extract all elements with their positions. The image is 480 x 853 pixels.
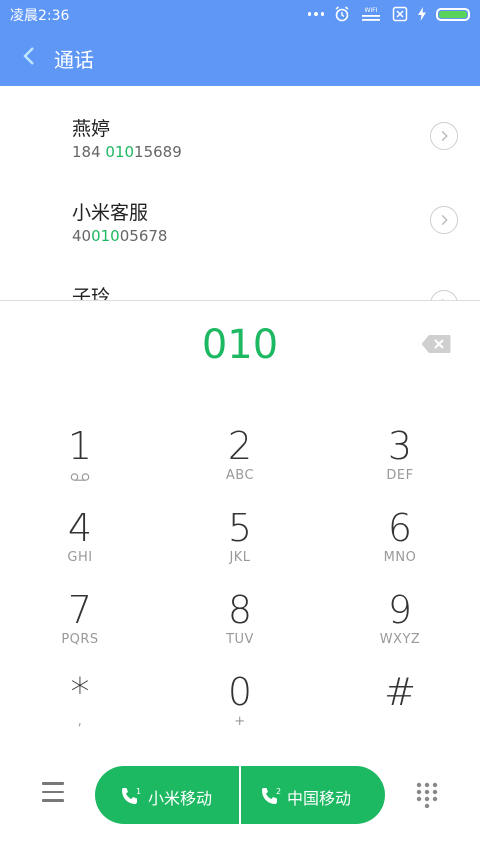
- chevron-right-icon[interactable]: [430, 290, 458, 300]
- app-bar: 通话: [0, 28, 480, 86]
- svg-text:1: 1: [136, 787, 141, 796]
- match-highlight: 010: [105, 143, 135, 161]
- key-8[interactable]: 8 TUV: [160, 584, 320, 666]
- phone-sim2-icon: 2: [262, 787, 281, 804]
- battery-icon: [436, 7, 470, 21]
- phone-sim1-icon: 1: [122, 787, 141, 804]
- key-0[interactable]: 0 +: [160, 666, 320, 748]
- key-hash[interactable]: #: [320, 666, 480, 748]
- chevron-left-icon[interactable]: [18, 44, 42, 68]
- contact-number: 184 01015689: [72, 143, 182, 161]
- dialpad-icon[interactable]: [416, 782, 438, 808]
- svg-text:2: 2: [276, 787, 281, 796]
- more-dots-icon: [308, 11, 324, 17]
- contact-name: 小米客服: [72, 202, 149, 224]
- status-time: 凌晨2:36: [10, 8, 70, 24]
- call-buttons: 1 小米移动 2 中国移动: [95, 766, 385, 824]
- search-results-list: 燕婷 184 01015689 小米客服 4001005678 子玲: [0, 86, 480, 300]
- no-sim-icon: [392, 6, 408, 22]
- key-star[interactable]: * ,: [0, 666, 160, 748]
- match-highlight: 010: [91, 227, 120, 245]
- chevron-right-icon[interactable]: [430, 122, 458, 150]
- sim2-label: 中国移动: [287, 789, 352, 808]
- list-item[interactable]: 子玲: [0, 254, 480, 300]
- status-bar: 凌晨2:36 WIFI: [0, 0, 480, 28]
- alarm-icon: [335, 6, 349, 22]
- key-5[interactable]: 5 JKL: [160, 502, 320, 584]
- dialed-number: 010: [201, 322, 279, 368]
- chevron-right-icon[interactable]: [430, 206, 458, 234]
- backspace-icon[interactable]: [421, 334, 451, 354]
- list-item[interactable]: 小米客服 4001005678: [0, 170, 480, 254]
- voicemail-icon: [70, 473, 90, 481]
- bottom-bar: 1 小米移动 2 中国移动: [0, 760, 480, 836]
- key-2[interactable]: 2 ABC: [160, 420, 320, 502]
- status-icons: WIFI: [308, 5, 470, 23]
- key-4[interactable]: 4 GHI: [0, 502, 160, 584]
- menu-icon[interactable]: [42, 782, 64, 804]
- key-7[interactable]: 7 PQRS: [0, 584, 160, 666]
- key-3[interactable]: 3 DEF: [320, 420, 480, 502]
- key-6[interactable]: 6 MNO: [320, 502, 480, 584]
- list-item[interactable]: 燕婷 184 01015689: [0, 86, 480, 170]
- contact-number: 4001005678: [72, 227, 168, 245]
- call-sim2-button[interactable]: 2 中国移动: [241, 766, 385, 824]
- battery-level: [439, 10, 467, 18]
- key-1[interactable]: 1: [0, 420, 160, 502]
- wifi-icon: WIFI: [362, 7, 380, 21]
- contact-name: 燕婷: [72, 118, 111, 140]
- key-9[interactable]: 9 WXYZ: [320, 584, 480, 666]
- page-title: 通话: [54, 48, 94, 72]
- sim1-label: 小米移动: [148, 789, 213, 808]
- call-sim1-button[interactable]: 1 小米移动: [95, 766, 239, 824]
- divider: [0, 300, 480, 301]
- contact-name: 子玲: [72, 286, 111, 300]
- wifi-label: WIFI: [365, 7, 378, 14]
- charging-icon: [418, 7, 426, 21]
